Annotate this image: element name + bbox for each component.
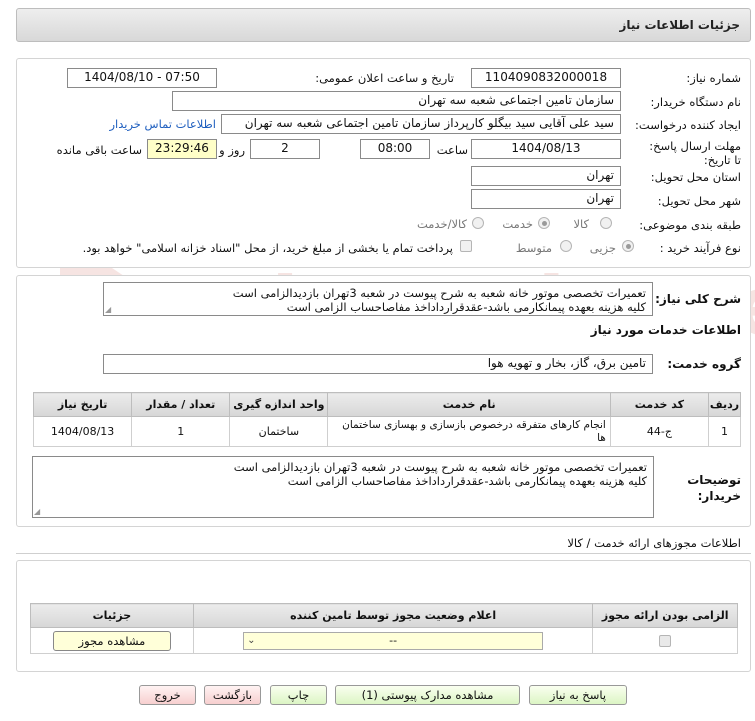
service-group-label: گروه خدمت: [667,357,741,371]
cell-service-name: انجام کارهای متفرقه درخصوص بازسازی و بهس… [327,416,611,447]
page-header: جزئیات اطلاعات نیاز [16,8,751,42]
col-permit-details: جزئیات [30,603,194,628]
service-group-field: تامین برق، گاز، بخار و تهویه هوا [103,354,653,374]
permit-required-checkbox [659,635,672,647]
deadline-time-field: 08:00 [360,139,430,159]
col-permit-status: اعلام وضعیت مجوز توسط تامین کننده [192,603,594,628]
permit-status-cell: -- ⌄ [192,627,594,654]
cell-row: 1 [707,416,742,447]
deadline-label: مهلت ارسال پاسخ: تا تاریخ: [649,139,741,167]
services-table: ردیف کد خدمت نام خدمت واحد اندازه گیری ت… [32,392,742,447]
process-option-minor: جزیی [589,241,616,255]
category-radio-goods[interactable] [600,217,612,229]
cell-unit: ساختمان [229,416,329,447]
buyer-org-field: سازمان تامین اجتماعی شعبه سه تهران [172,91,621,111]
category-radio-service[interactable] [538,217,550,229]
province-field: تهران [471,166,621,186]
time-label: ساعت [436,143,468,157]
buyer-notes-textarea[interactable]: تعمیرات تخصصی موتور خانه شعبه به شرح پیو… [32,456,654,518]
permits-table: الزامی بودن ارائه مجوز اعلام وضعیت مجوز … [30,603,738,654]
chevron-down-icon: ⌄ [247,634,256,646]
resize-grip-icon[interactable]: ◢ [105,306,113,314]
col-unit: واحد اندازه گیری [229,392,329,417]
announce-field: 1404/08/10 - 07:50 [67,68,217,88]
cell-service-code: ج-44 [609,416,709,447]
permits-table-header: الزامی بودن ارائه مجوز اعلام وضعیت مجوز … [30,603,738,628]
col-row: ردیف [707,392,742,417]
payment-checkbox[interactable] [460,240,472,252]
permits-divider [16,553,751,554]
buyer-org-label: نام دستگاه خریدار: [650,95,741,109]
permit-required-cell [592,627,738,654]
resize-grip-icon[interactable]: ◢ [34,508,42,516]
payment-note: پرداخت تمام یا بخشی از مبلغ خرید، از محل… [82,241,453,255]
general-description-textarea[interactable]: تعمیرات تخصصی موتور خانه شعبه به شرح پیو… [103,282,653,316]
deadline-date-field: 1404/08/13 [471,139,621,159]
process-radio-minor[interactable] [622,240,634,252]
exit-button[interactable]: خروج [139,685,196,705]
category-radio-both[interactable] [472,217,484,229]
col-service-code: کد خدمت [609,392,709,417]
services-section-title: اطلاعات خدمات مورد نیاز [590,323,741,337]
process-option-medium: متوسط [515,241,552,255]
table-row: 1 ج-44 انجام کارهای متفرقه درخصوص بازساز… [32,416,742,447]
remaining-label: ساعت باقی مانده [56,143,142,157]
print-button[interactable]: چاپ [270,685,327,705]
process-radio-medium[interactable] [560,240,572,252]
category-label: طبقه بندی موضوعی: [639,218,741,232]
cell-quantity: 1 [131,416,231,447]
days-field: 2 [250,139,320,159]
view-permit-button[interactable]: مشاهده مجوز [52,630,171,651]
province-label: استان محل تحویل: [650,170,741,184]
col-service-name: نام خدمت [327,392,611,417]
back-button[interactable]: بازگشت [204,685,261,705]
remaining-time-field: 23:29:46 [147,139,217,159]
category-option-service: خدمت [502,217,533,231]
buyer-notes-label: توضیحات خریدار: [687,473,741,503]
services-table-header: ردیف کد خدمت نام خدمت واحد اندازه گیری ت… [32,392,742,417]
city-label: شهر محل تحویل: [657,194,741,208]
permits-section-title: اطلاعات مجوزهای ارائه خدمت / کالا [567,536,741,550]
days-label: روز و [219,143,245,157]
requester-label: ایجاد کننده درخواست: [635,118,741,132]
col-quantity: تعداد / مقدار [131,392,231,417]
attachments-button[interactable]: مشاهده مدارک پیوستی (1) [335,685,520,705]
cell-need-date: 1404/08/13 [32,416,133,447]
page-title: جزئیات اطلاعات نیاز [619,18,740,32]
announce-label: تاریخ و ساعت اعلان عمومی: [315,71,454,85]
process-label: نوع فرآیند خرید : [659,241,741,255]
need-number-field: 1104090832000018 [471,68,621,88]
permit-status-select[interactable]: -- ⌄ [243,631,544,650]
city-field: تهران [471,189,621,209]
category-option-both: کالا/خدمت [416,217,467,231]
general-description-label: شرح کلی نیاز: [655,292,741,306]
permit-row: -- ⌄ مشاهده مجوز [30,627,738,654]
col-need-date: تاریخ نیاز [32,392,133,417]
col-permit-required: الزامی بودن ارائه مجوز [592,603,738,628]
requester-field: سید علی آقایی سید بیگلو کارپرداز سازمان … [221,114,621,134]
permit-details-cell: مشاهده مجوز [30,627,194,654]
need-number-label: شماره نیاز: [686,71,741,85]
reply-button[interactable]: پاسخ به نیاز [529,685,627,705]
permit-status-value: -- [389,633,398,647]
contact-buyer-link[interactable]: اطلاعات تماس خریدار [109,117,216,131]
category-option-goods: کالا [573,217,589,231]
